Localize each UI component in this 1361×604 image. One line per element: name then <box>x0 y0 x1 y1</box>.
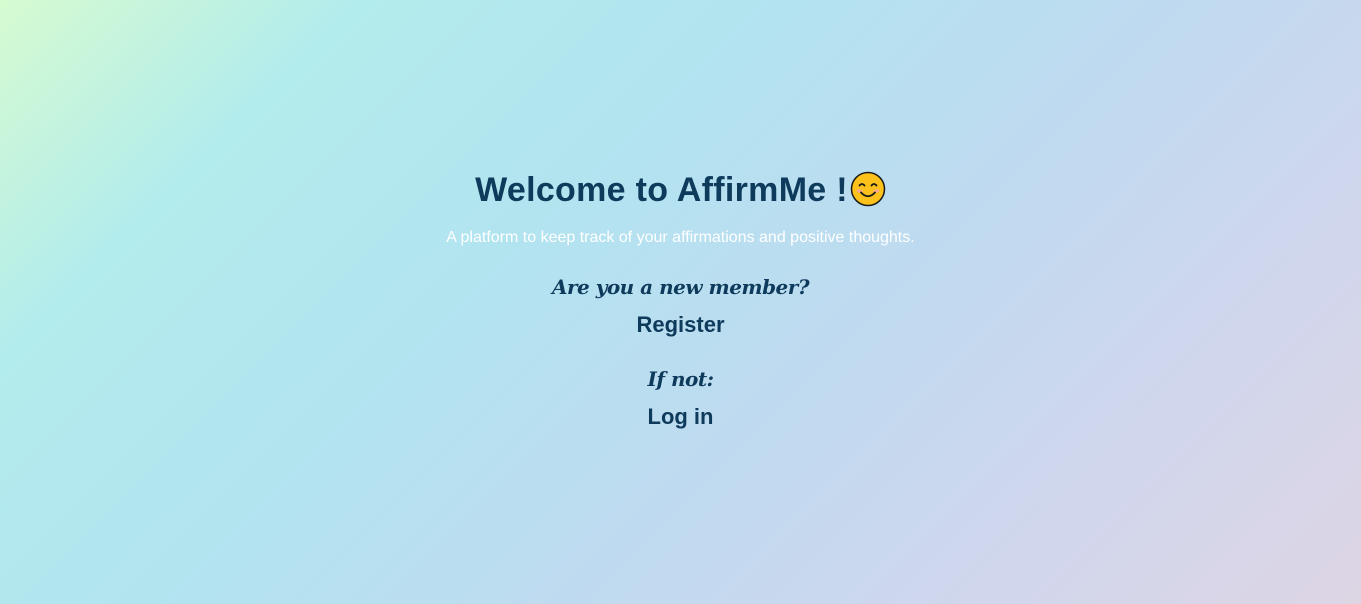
login-link[interactable]: Log in <box>648 404 714 429</box>
welcome-title: Welcome to AffirmMe ! <box>475 171 848 209</box>
register-link[interactable]: Register <box>636 312 724 337</box>
smiling-face-icon <box>850 171 886 207</box>
login-link-row: Log in <box>0 403 1361 431</box>
login-prompt: If not: <box>647 367 714 391</box>
welcome-subtitle: A platform to keep track of your affirma… <box>446 229 915 246</box>
new-member-prompt: Are you a new member? <box>551 275 810 299</box>
welcome-heading: Welcome to AffirmMe ! <box>0 168 1361 212</box>
register-link-row: Register <box>0 311 1361 339</box>
